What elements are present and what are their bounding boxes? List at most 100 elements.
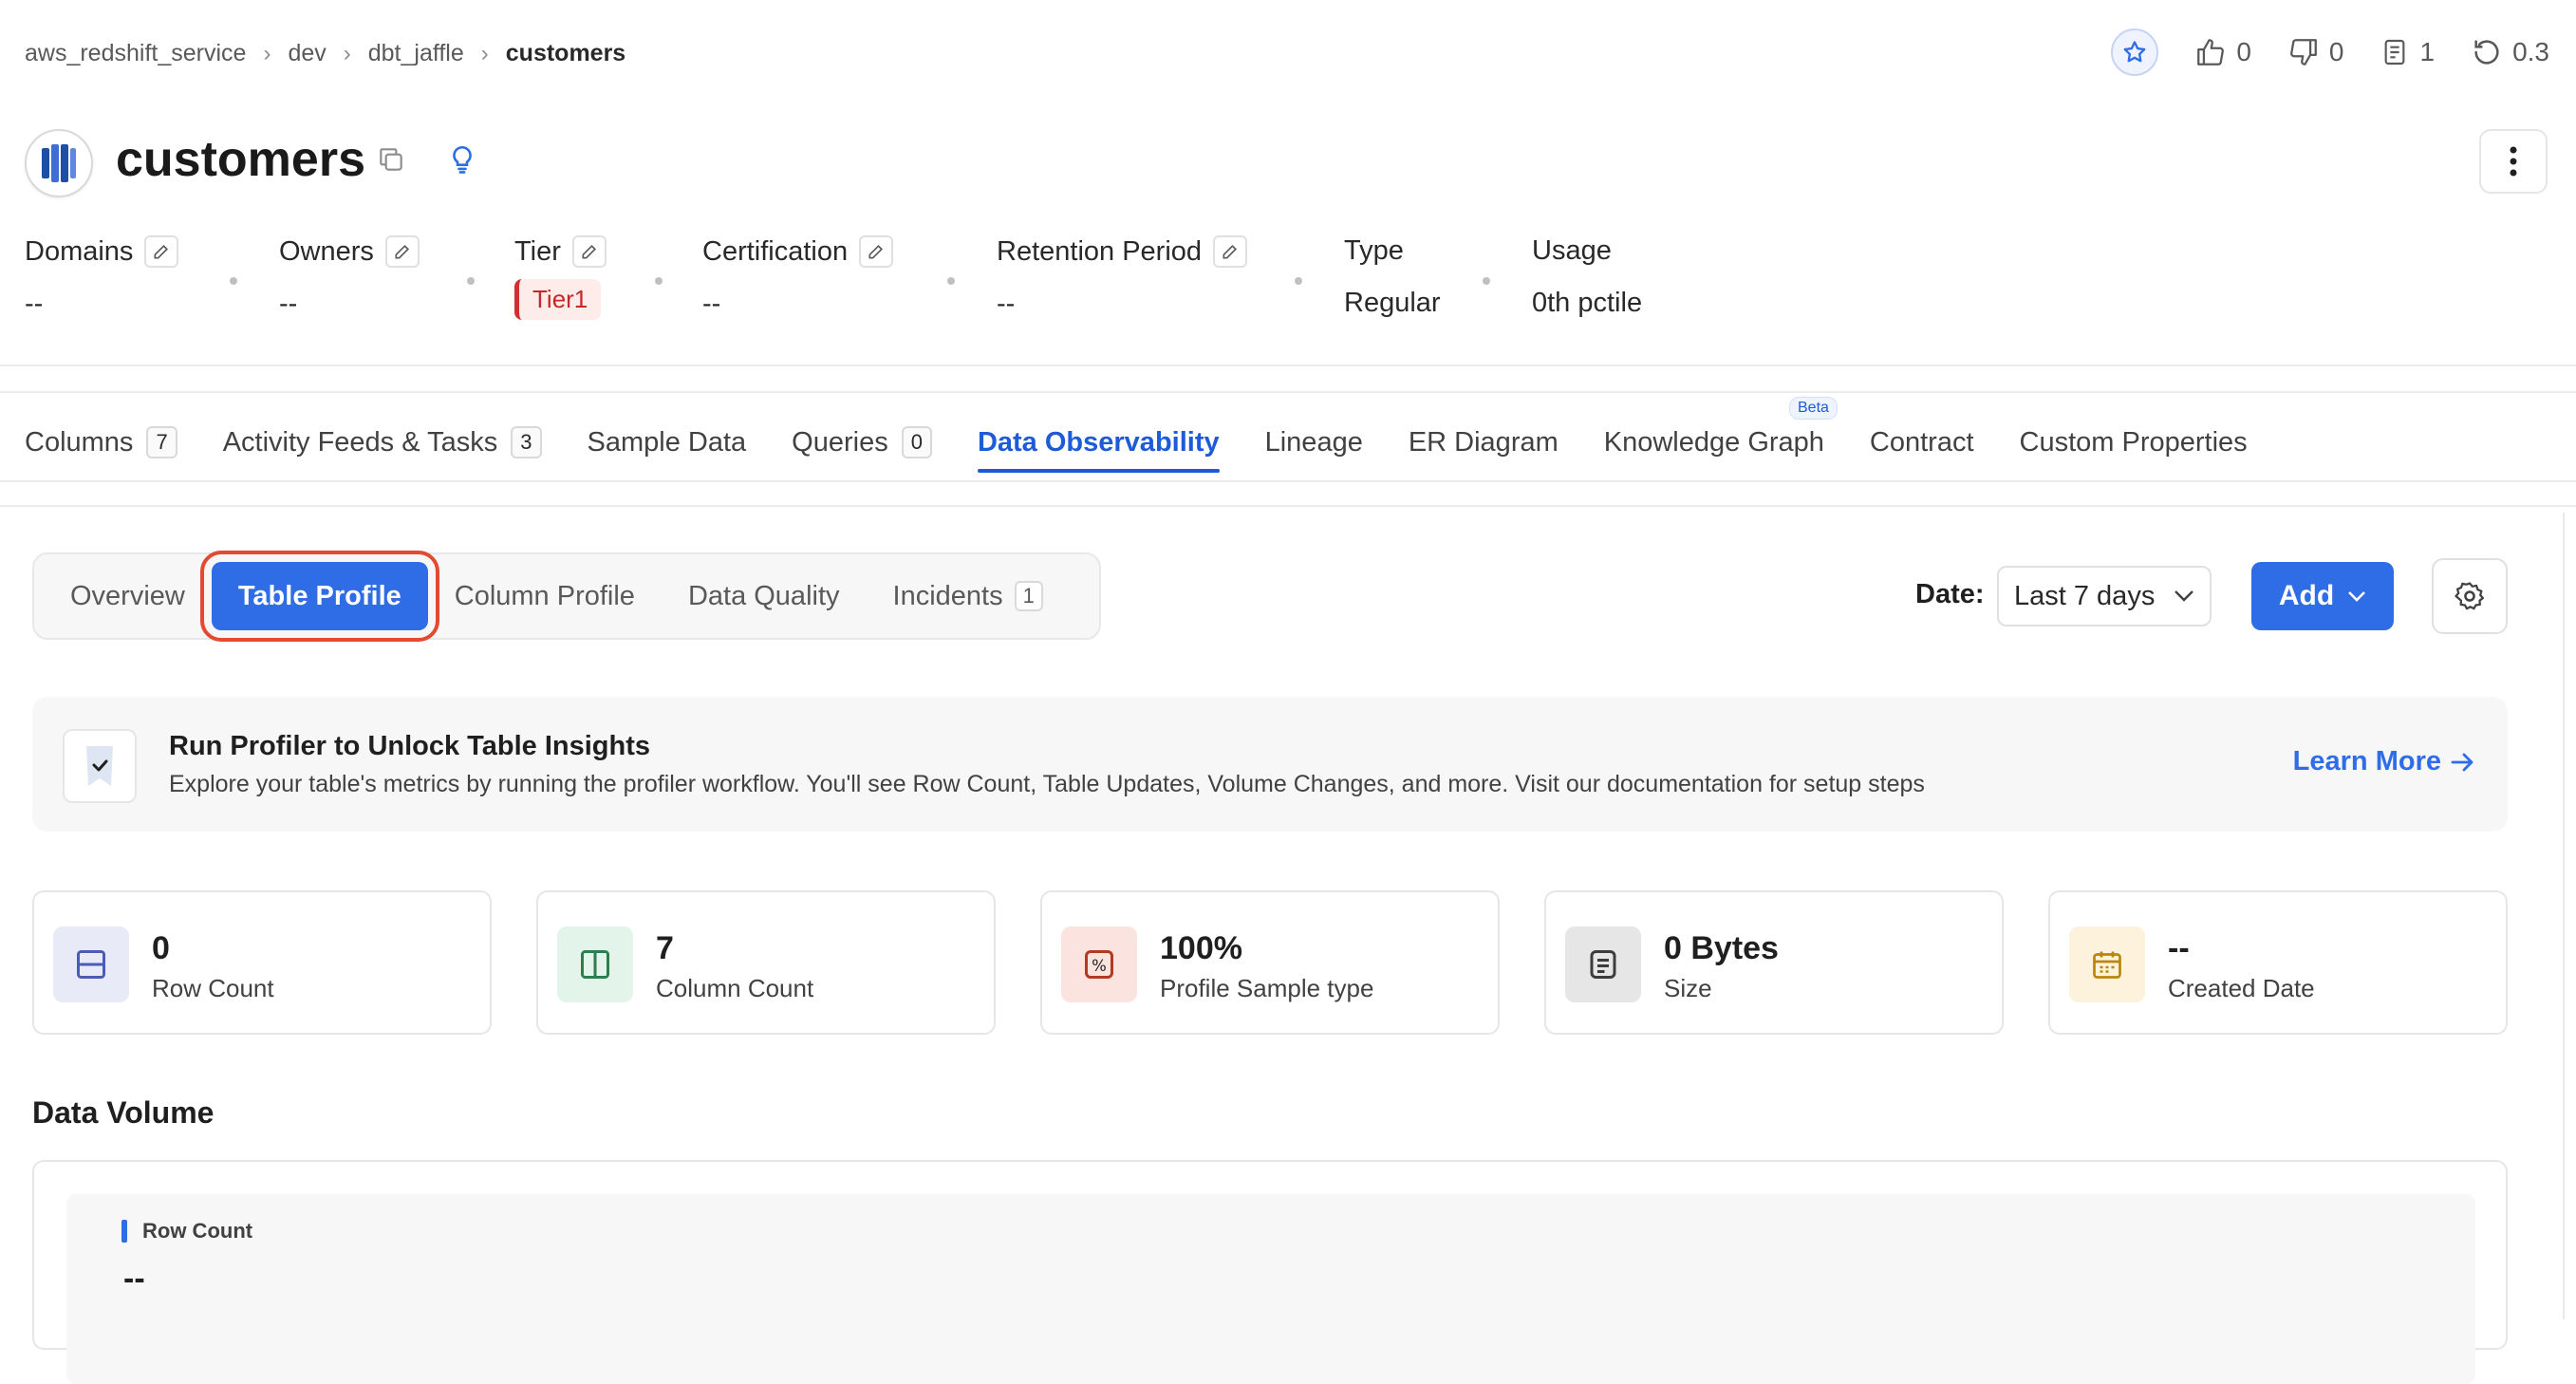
calendar-icon <box>2069 926 2145 1002</box>
stat-card-profile-sample: % 100% Profile Sample type <box>1040 890 1500 1035</box>
version-number: 0.3 <box>2512 37 2549 66</box>
divider <box>0 505 2576 507</box>
tab-label: Contract <box>1869 426 1974 458</box>
divider-dot <box>1483 277 1490 285</box>
subtab-table-profile[interactable]: Table Profile <box>199 551 439 642</box>
tab-custom-properties[interactable]: Custom Properties <box>2020 418 2248 467</box>
thumbs-down-icon <box>2290 39 2317 65</box>
arrow-right-icon <box>2451 753 2473 771</box>
stat-value: 0 Bytes <box>1664 930 1779 966</box>
subtab-column-profile[interactable]: Column Profile <box>428 562 662 630</box>
edit-owners-button[interactable] <box>384 235 420 268</box>
chevron-right-icon: › <box>263 40 271 66</box>
pencil-icon <box>1223 244 1238 259</box>
profiler-banner: Run Profiler to Unlock Table Insights Ex… <box>32 697 2508 832</box>
pencil-icon <box>582 244 596 259</box>
entity-tabs: Columns 7 Activity Feeds & Tasks 3 Sample … <box>25 397 2293 473</box>
add-label: Add <box>2278 580 2335 611</box>
edit-tier-button[interactable] <box>571 235 607 268</box>
chevron-right-icon: › <box>343 40 351 66</box>
subtab-data-quality[interactable]: Data Quality <box>662 562 867 630</box>
scrollbar-track[interactable] <box>2563 513 2565 1319</box>
version-button[interactable]: 0.3 <box>2471 36 2549 68</box>
star-icon <box>2123 41 2146 63</box>
tab-columns[interactable]: Columns 7 <box>25 418 177 467</box>
stat-label: Size <box>1664 974 1712 1002</box>
stat-label: Profile Sample type <box>1160 974 1374 1002</box>
data-volume-panel: Row Count -- <box>32 1160 2508 1384</box>
like-count: 0 <box>2236 37 2251 66</box>
breadcrumb-schema[interactable]: dbt_jaffle <box>368 40 464 67</box>
gear-icon <box>2455 582 2485 610</box>
tab-label: Lineage <box>1264 426 1363 458</box>
like-button[interactable]: 0 <box>2194 36 2251 68</box>
chevron-down-icon <box>2175 590 2193 602</box>
thumbs-up-icon <box>2197 39 2225 65</box>
tab-lineage[interactable]: Lineage <box>1265 418 1363 467</box>
add-button[interactable]: Add <box>2251 562 2394 630</box>
learn-more-link[interactable]: Learn More <box>2293 746 2475 777</box>
subtab-overview[interactable]: Overview <box>44 562 212 630</box>
percent-icon: % <box>1061 926 1137 1002</box>
size-icon <box>1565 926 1641 1002</box>
edit-certification-button[interactable] <box>859 235 894 268</box>
domains-value: -- <box>25 289 44 319</box>
breadcrumb-database[interactable]: dev <box>288 40 326 67</box>
tab-count: 7 <box>146 426 177 458</box>
certification-label: Certification <box>702 235 849 267</box>
series-label: Row Count <box>142 1219 253 1243</box>
tab-label: Sample Data <box>587 426 747 458</box>
column-count-icon <box>557 926 633 1002</box>
tab-activity-feeds[interactable]: Activity Feeds & Tasks 3 <box>223 418 542 467</box>
docs-button[interactable]: 1 <box>2380 36 2435 68</box>
incidents-count: 1 <box>1014 581 1043 611</box>
chevron-right-icon: › <box>480 40 489 66</box>
tab-er-diagram[interactable]: ER Diagram <box>1409 418 1559 467</box>
meta-owners: Owners -- <box>279 235 420 320</box>
lightbulb-icon[interactable] <box>446 142 478 181</box>
dislike-button[interactable]: 0 <box>2287 36 2343 68</box>
subtab-label: Incidents <box>892 580 1003 611</box>
type-value: Regular <box>1344 288 1441 318</box>
usage-value: 0th pctile <box>1532 288 1643 318</box>
edit-retention-button[interactable] <box>1213 235 1248 268</box>
date-range-select[interactable]: Last 7 days <box>1997 566 2212 627</box>
series-color-marker <box>121 1220 127 1243</box>
svg-text:%: % <box>1092 957 1107 975</box>
stat-label: Column Count <box>656 974 814 1002</box>
follow-button[interactable] <box>2111 28 2159 76</box>
edit-domains-button[interactable] <box>144 235 179 268</box>
pencil-icon <box>395 244 409 259</box>
retention-value: -- <box>997 289 1016 319</box>
data-volume-chart: Row Count -- <box>66 1194 2475 1384</box>
tab-label: Custom Properties <box>2019 426 2248 458</box>
tab-sample-data[interactable]: Sample Data <box>588 418 747 467</box>
tab-label: Columns <box>25 426 134 458</box>
tab-data-observability[interactable]: Data Observability <box>977 418 1220 473</box>
banner-description: Explore your table's metrics by running … <box>169 771 1925 797</box>
more-options-button[interactable] <box>2479 129 2548 194</box>
tab-label: Activity Feeds & Tasks <box>222 426 498 458</box>
stat-card-size: 0 Bytes Size <box>1544 890 2004 1035</box>
divider <box>0 480 2576 482</box>
divider <box>0 365 2576 366</box>
breadcrumb: aws_redshift_service › dev › dbt_jaffle … <box>25 40 625 67</box>
type-label: Type <box>1344 235 1404 266</box>
breadcrumb-service[interactable]: aws_redshift_service <box>25 40 246 67</box>
meta-retention: Retention Period -- <box>997 235 1248 320</box>
tab-knowledge-graph[interactable]: Knowledge Graph Beta <box>1604 397 1838 467</box>
owners-label: Owners <box>279 235 374 267</box>
owners-value: -- <box>279 289 298 319</box>
divider-dot <box>1295 277 1302 285</box>
settings-button[interactable] <box>2432 558 2508 634</box>
tab-queries[interactable]: Queries 0 <box>792 418 932 467</box>
series-legend: Row Count <box>121 1219 252 1244</box>
subtab-incidents[interactable]: Incidents 1 <box>867 562 1070 630</box>
meta-certification: Certification -- <box>702 235 894 320</box>
tab-contract[interactable]: Contract <box>1870 418 1974 467</box>
certification-value: -- <box>702 289 721 319</box>
copy-icon[interactable] <box>376 144 406 179</box>
beta-badge: Beta <box>1789 397 1838 420</box>
tier-badge[interactable]: Tier1 <box>514 279 602 320</box>
stat-value: 0 <box>152 930 170 966</box>
